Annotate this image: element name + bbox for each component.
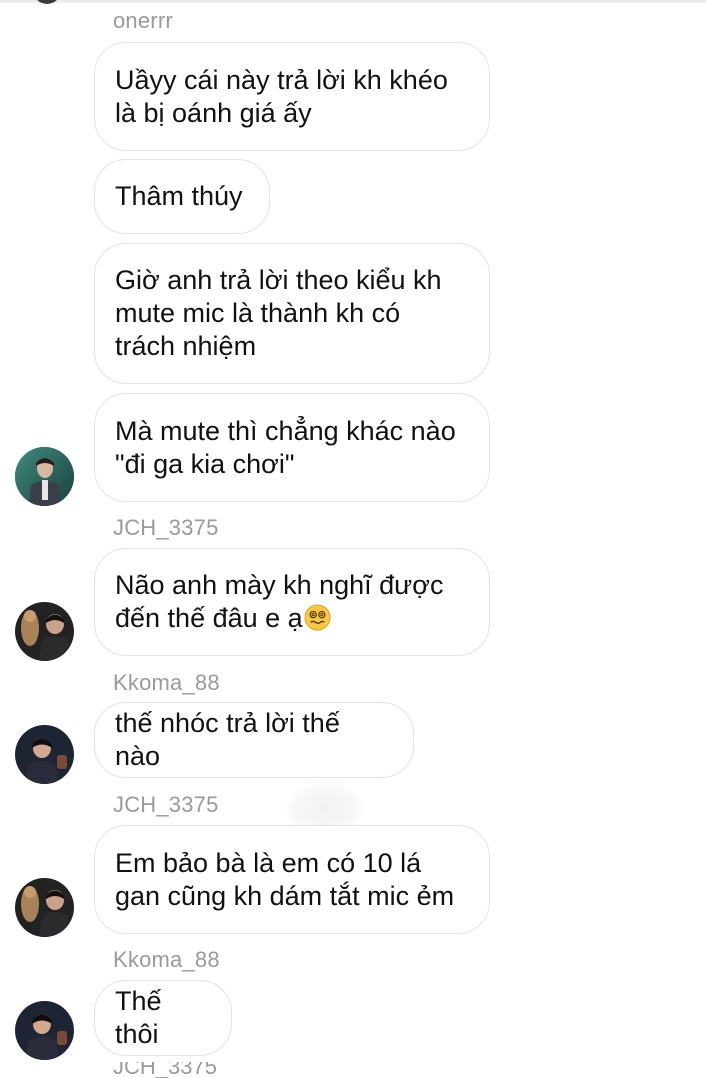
message-bubble[interactable]: Em bảo bà là em có 10 lá gan cũng kh dám… bbox=[94, 825, 490, 934]
sender-name: JCH_3375 bbox=[113, 515, 219, 540]
woozy-face-icon bbox=[304, 604, 331, 631]
message-text-wrapper: Não anh mày kh nghĩ được đến thế đâu e ạ bbox=[115, 569, 443, 635]
message-bubble[interactable]: Não anh mày kh nghĩ được đến thế đâu e ạ bbox=[94, 548, 490, 656]
message-bubble[interactable]: Uầyy cái này trả lời kh khéo là bị oánh … bbox=[94, 42, 490, 151]
message-bubble[interactable]: Thế thôi bbox=[94, 980, 232, 1056]
sender-name-clipped: JCH_3375 bbox=[113, 1062, 217, 1078]
avatar[interactable] bbox=[15, 878, 74, 937]
message-text: Em bảo bà là em có 10 lá gan cũng kh dám… bbox=[115, 847, 455, 911]
sender-name: Kkoma_88 bbox=[113, 670, 220, 695]
message-text: thế nhóc trả lời thế nào bbox=[115, 708, 340, 771]
message-text: Giờ anh trả lời theo kiểu kh mute mic là… bbox=[115, 265, 442, 361]
message-text: Thế thôi bbox=[115, 986, 162, 1049]
avatar[interactable] bbox=[15, 447, 74, 506]
avatar[interactable] bbox=[15, 1001, 74, 1060]
message-bubble[interactable]: Thâm thúy bbox=[94, 159, 270, 234]
top-divider bbox=[0, 0, 706, 3]
message-text: Uầyy cái này trả lời kh khéo là bị oánh … bbox=[115, 64, 448, 128]
chat-screen: onerrr Uầyy cái này trả lời kh khéo là b… bbox=[0, 0, 706, 1078]
message-text: Thâm thúy bbox=[115, 181, 243, 211]
sender-name: JCH_3375 bbox=[113, 792, 219, 817]
sender-name: onerrr bbox=[113, 8, 173, 33]
message-text: Mà mute thì chẳng khác nào "đi ga kia ch… bbox=[115, 415, 456, 479]
message-bubble[interactable]: Mà mute thì chẳng khác nào "đi ga kia ch… bbox=[94, 393, 490, 502]
sender-name: Kkoma_88 bbox=[113, 947, 220, 972]
message-bubble[interactable]: Giờ anh trả lời theo kiểu kh mute mic là… bbox=[94, 243, 490, 384]
message-bubble[interactable]: thế nhóc trả lời thế nào bbox=[94, 702, 414, 778]
sender-name: JCH_3375 bbox=[113, 1062, 217, 1078]
message-text: Não anh mày kh nghĩ được đến thế đâu e ạ bbox=[115, 570, 444, 633]
avatar[interactable] bbox=[15, 602, 74, 661]
avatar[interactable] bbox=[15, 725, 74, 784]
